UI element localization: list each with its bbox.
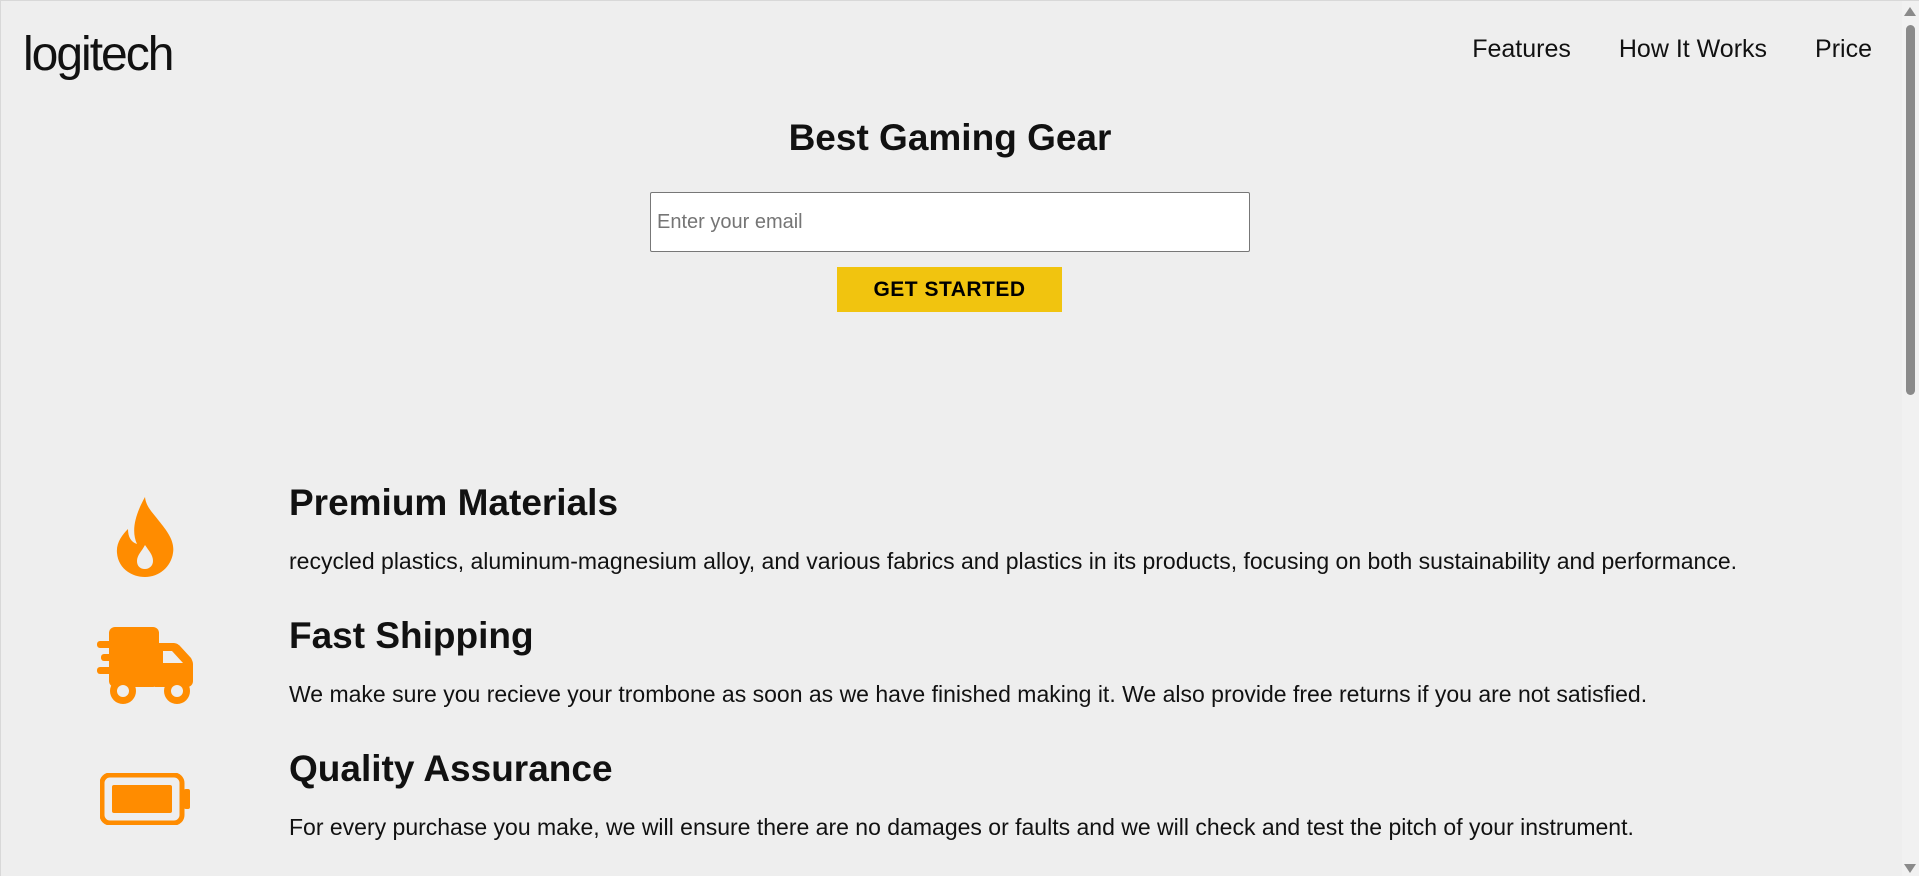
- email-input[interactable]: [650, 192, 1250, 252]
- get-started-button[interactable]: GET STARTED: [837, 267, 1062, 312]
- nav-link-how-it-works[interactable]: How It Works: [1619, 37, 1767, 62]
- feature-description: recycled plastics, aluminum-magnesium al…: [289, 548, 1738, 574]
- nav-bar: Features How It Works Price: [1472, 37, 1872, 62]
- fire-icon: [91, 492, 199, 582]
- battery-full-icon: [91, 754, 199, 844]
- vertical-scrollbar[interactable]: [1902, 1, 1919, 876]
- feature-description: We make sure you recieve your trombone a…: [289, 681, 1648, 707]
- feature-title: Fast Shipping: [289, 615, 534, 656]
- hero-title: Best Gaming Gear: [788, 117, 1112, 158]
- scroll-up-arrow-icon[interactable]: [1904, 7, 1916, 16]
- feature-item-fast-shipping: Fast Shipping We make sure you recieve y…: [1, 617, 1899, 737]
- feature-item-quality-assurance: Quality Assurance For every purchase you…: [1, 750, 1899, 870]
- scrollbar-thumb[interactable]: [1906, 25, 1915, 395]
- feature-title: Quality Assurance: [289, 748, 613, 789]
- nav-link-features[interactable]: Features: [1472, 37, 1571, 62]
- nav-link-price[interactable]: Price: [1815, 37, 1872, 62]
- feature-description: For every purchase you make, we will ens…: [289, 814, 1634, 840]
- truck-fast-icon: [91, 621, 199, 711]
- scroll-down-arrow-icon[interactable]: [1904, 864, 1916, 873]
- logo[interactable]: logitech: [23, 31, 174, 79]
- landing-page: logitech Features How It Works Price Bes…: [0, 0, 1919, 876]
- feature-item-premium-materials: Premium Materials recycled plastics, alu…: [1, 484, 1899, 604]
- feature-title: Premium Materials: [289, 482, 619, 523]
